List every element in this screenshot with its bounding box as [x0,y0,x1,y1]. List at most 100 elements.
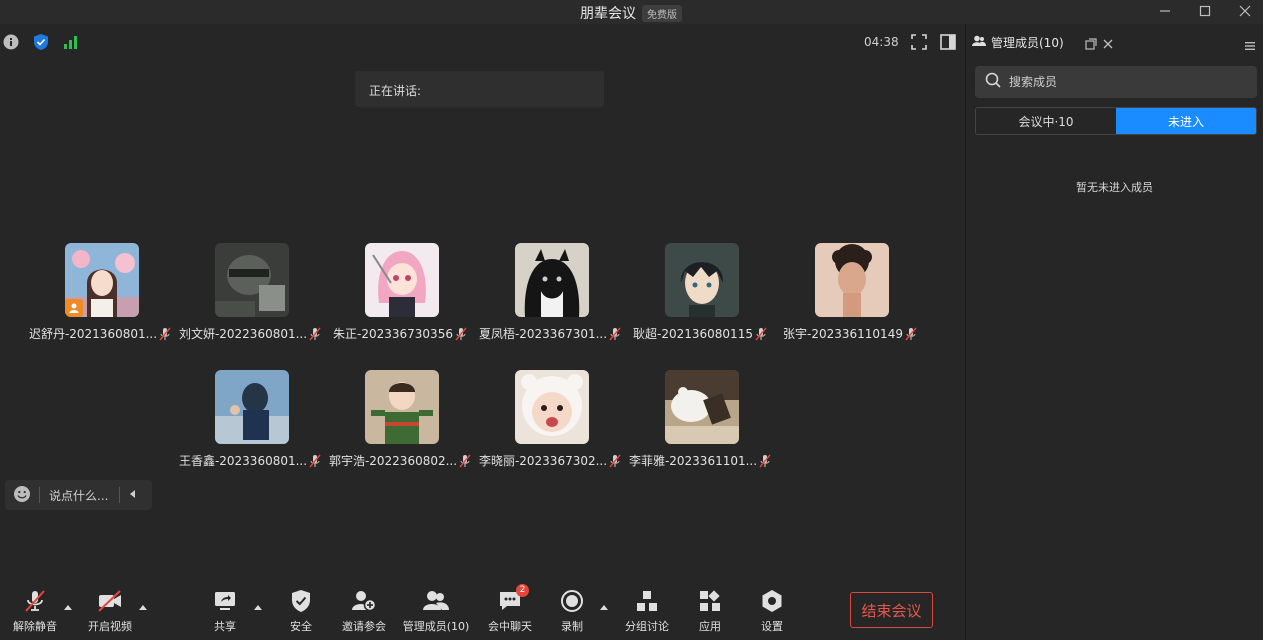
signal-icon[interactable] [62,33,80,51]
chat-placeholder[interactable]: 说点什么... [49,487,119,504]
avatar [215,243,289,317]
participant-tile[interactable]: 迟舒丹-2021360801... [25,243,175,353]
participant-tile[interactable]: 王香鑫-2023360801... [175,370,325,480]
meeting-timer: 04:38 [864,35,899,49]
unmute-button[interactable]: 解除静音 [10,580,60,640]
emoji-icon[interactable] [13,485,31,506]
menu-icon[interactable] [1245,36,1255,55]
shield-icon[interactable] [32,33,50,51]
participant-name: 朱正-202336730356 [333,327,453,341]
manage-members-label: 管理成员(10) [402,620,470,633]
status-icons [2,33,80,51]
close-panel-icon[interactable] [1102,35,1114,54]
mic-muted-icon [755,327,767,341]
participant-label: 耿超-202136080115 [625,325,775,342]
tab-not-joined[interactable]: 未进入 [1116,108,1256,134]
shield-icon [288,588,314,614]
quick-chat-input[interactable]: 说点什么... [5,480,152,510]
share-button[interactable]: 共享 [205,580,245,640]
title-group: 朋辈会议 免费版 [580,3,682,23]
participant-tile[interactable]: 夏凤梧-2023367301... [475,243,625,353]
avatar [365,370,439,444]
end-meeting-button[interactable]: 结束会议 [850,592,933,628]
member-search[interactable] [975,66,1257,98]
start-video-button[interactable]: 开启视频 [85,580,135,640]
avatar [815,243,889,317]
participant-label: 郭宇浩-2022360802... [325,452,475,469]
audio-options-caret-icon[interactable] [64,605,72,610]
close-icon[interactable] [1235,2,1255,20]
mic-muted-icon [905,327,917,341]
participant-label: 朱正-202336730356 [325,325,475,342]
avatar [365,243,439,317]
minimize-icon[interactable] [1155,2,1175,20]
participant-tile[interactable]: 朱正-202336730356 [325,243,475,353]
start-video-label: 开启视频 [88,620,132,633]
participant-label: 李晓丽-2023367302... [475,452,625,469]
manage-members-button[interactable]: 管理成员(10) [402,580,470,640]
record-icon [559,588,585,614]
record-options-caret-icon[interactable] [600,605,608,610]
chat-button[interactable]: 2 会中聊天 [485,580,535,640]
maximize-icon[interactable] [1195,2,1215,20]
mic-muted-icon [309,454,321,468]
avatar [65,243,139,317]
participant-tile[interactable]: 李菲雅-2023361101... [625,370,775,480]
mic-muted-icon [609,454,621,468]
members-panel: 管理成员(10) 会议中·10 未进入 暂无未进入成员 [966,24,1263,640]
speaking-label: 正在讲话: [369,84,422,98]
collapse-left-icon[interactable] [128,488,136,502]
video-area: 04:38 正在讲话: 迟舒丹-2021360801... 刘文妍-202236… [0,24,965,640]
participant-name: 耿超-202136080115 [633,327,753,341]
chat-icon: 2 [497,584,529,614]
breakout-button[interactable]: 分组讨论 [622,580,672,640]
settings-button[interactable]: 设置 [752,580,792,640]
edition-badge: 免费版 [642,4,682,22]
mic-muted-icon [22,588,48,614]
member-tabs: 会议中·10 未进入 [975,107,1257,135]
meeting-window: 朋辈会议 免费版 04:38 正在讲话: 迟舒丹-2021360801... 刘… [0,0,1263,640]
apps-button[interactable]: 应用 [690,580,730,640]
info-icon[interactable] [2,33,20,51]
avatar [665,243,739,317]
invite-label: 邀请参会 [342,620,386,633]
security-button[interactable]: 安全 [281,580,321,640]
tab-in-meeting[interactable]: 会议中·10 [976,108,1116,134]
record-button[interactable]: 录制 [552,580,592,640]
gear-icon [759,588,785,614]
settings-label: 设置 [761,620,783,633]
share-options-caret-icon[interactable] [254,605,262,610]
participant-name: 李菲雅-2023361101... [628,454,758,468]
mic-muted-icon [459,454,471,468]
mic-muted-icon [309,327,321,341]
participant-name: 刘文妍-2022360801... [178,327,308,341]
participant-tile[interactable]: 李晓丽-2023367302... [475,370,625,480]
participant-tile[interactable]: 刘文妍-2022360801... [175,243,325,353]
title-bar: 朋辈会议 免费版 [0,0,1263,24]
participant-tile[interactable]: 郭宇浩-2022360802... [325,370,475,480]
avatar [665,370,739,444]
layout-toggle-icon[interactable] [940,34,956,50]
avatar [515,243,589,317]
search-input[interactable] [1009,75,1239,89]
share-label: 共享 [214,620,236,633]
participant-label: 李菲雅-2023361101... [625,452,775,469]
mic-muted-icon [759,454,771,468]
participant-name: 夏凤梧-2023367301... [478,327,608,341]
invite-button[interactable]: 邀请参会 [338,580,390,640]
fullscreen-icon[interactable] [911,34,927,50]
participant-tile[interactable]: 张宇-202336110149 [775,243,925,353]
mic-muted-icon [455,327,467,341]
participant-name: 张宇-202336110149 [783,327,903,341]
popout-icon[interactable] [1085,35,1097,54]
search-icon [985,72,1001,92]
separator [119,487,120,503]
participant-tile[interactable]: 耿超-202136080115 [625,243,775,353]
apps-label: 应用 [699,620,721,633]
empty-state-text: 暂无未进入成员 [1076,181,1153,194]
breakout-rooms-icon [634,588,660,614]
video-options-caret-icon[interactable] [139,605,147,610]
record-label: 录制 [561,620,583,633]
unread-badge: 2 [516,584,529,597]
bottom-toolbar: 解除静音 开启视频 共享 安全 邀请参会 管理成员(10) 2 会中聊天 录制 … [0,580,965,640]
